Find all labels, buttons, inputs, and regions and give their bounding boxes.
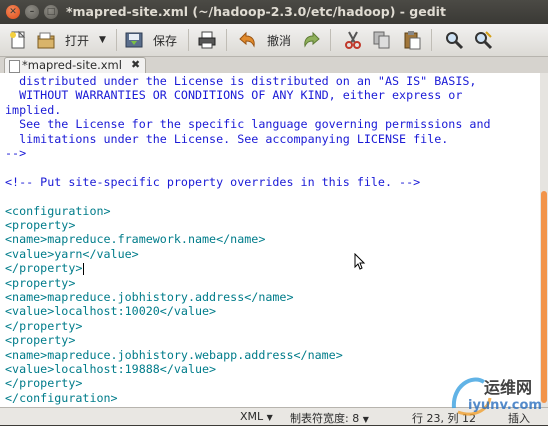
undo-label: 撤消	[267, 33, 292, 48]
toolbar-separator	[226, 29, 227, 51]
toolbar-separator	[431, 29, 432, 51]
code-line: <value>localhost:19888</value>	[5, 362, 217, 376]
maximize-window-button[interactable]: □	[44, 5, 58, 19]
code-line: <property>	[5, 275, 76, 290]
toolbar: 打开 ▼ 保存 撤消	[0, 24, 548, 57]
toolbar-separator	[116, 29, 117, 51]
close-tab-icon[interactable]: ✖	[131, 58, 140, 71]
code-line: implied.	[5, 102, 62, 117]
cut-button[interactable]	[343, 28, 363, 52]
open-icon	[36, 30, 56, 50]
vertical-scrollbar[interactable]	[540, 73, 548, 407]
code-line: -->	[5, 146, 27, 160]
code-line: </property>	[5, 376, 83, 391]
watermark-text-cn: 运维网	[484, 378, 533, 397]
replace-icon	[473, 30, 493, 50]
save-button[interactable]: 保存	[124, 28, 177, 52]
title-bar: ✕ – □ *mapred-site.xml (~/hadoop-2.3.0/e…	[0, 0, 548, 24]
code-line: </configuration>	[5, 390, 118, 405]
mouse-pointer-icon	[354, 252, 366, 275]
code-line: <value>yarn</value>	[5, 246, 139, 261]
find-button[interactable]	[444, 28, 464, 52]
code-line: <property>	[5, 333, 76, 348]
document-icon	[9, 60, 20, 73]
tab-width-label: 制表符宽度: 8	[290, 412, 360, 425]
code-line: <value>localhost:10020</value>	[5, 304, 217, 319]
window-title: *mapred-site.xml (~/hadoop-2.3.0/etc/had…	[66, 4, 446, 19]
language-label: XML	[240, 410, 264, 423]
minimize-window-button[interactable]: –	[25, 5, 39, 19]
text-editor[interactable]: distributed under the License is distrib…	[0, 73, 540, 407]
undo-button[interactable]: 撤消	[237, 28, 291, 52]
code-line: limitations under the License. See accom…	[5, 131, 449, 146]
code-line: <configuration>	[5, 203, 111, 218]
toolbar-separator	[188, 29, 189, 51]
code-line: See the License for the specific languag…	[5, 117, 491, 132]
new-document-button[interactable]	[8, 28, 28, 52]
print-icon	[197, 30, 217, 50]
language-selector[interactable]: XML ▼	[240, 410, 273, 423]
code-line: <name>mapreduce.jobhistory.address</name…	[5, 290, 294, 304]
tab-mapred-site[interactable]: *mapred-site.xml ✖	[4, 57, 146, 74]
copy-button[interactable]	[372, 28, 392, 52]
dropdown-arrow-icon[interactable]: ▼	[99, 35, 106, 45]
code-line-text: </property>	[5, 261, 83, 276]
cut-icon	[343, 30, 363, 50]
close-window-button[interactable]: ✕	[6, 5, 20, 19]
code-line: WITHOUT WARRANTIES OR CONDITIONS OF ANY …	[5, 88, 463, 103]
toolbar-separator	[330, 29, 331, 51]
print-button[interactable]	[197, 28, 217, 52]
code-line-cursor: </property>	[5, 261, 85, 276]
copy-icon	[372, 30, 392, 50]
save-label: 保存	[153, 33, 178, 48]
redo-icon	[302, 30, 322, 50]
code-line: distributed under the License is distrib…	[5, 74, 477, 88]
code-line: <name>mapreduce.jobhistory.webapp.addres…	[5, 347, 343, 362]
code-line: <name>mapreduce.framework.name</name>	[5, 232, 266, 247]
code-line: <property>	[5, 218, 76, 232]
open-label: 打开	[65, 33, 90, 48]
tab-label: *mapred-site.xml	[22, 58, 122, 72]
save-icon	[124, 30, 144, 50]
redo-button[interactable]	[302, 28, 322, 52]
watermark-text-en: iyunv.com	[468, 398, 542, 413]
undo-icon	[237, 30, 257, 50]
find-icon	[444, 30, 464, 50]
new-document-icon	[8, 30, 28, 50]
paste-button[interactable]	[402, 28, 422, 52]
open-button[interactable]: 打开 ▼	[36, 28, 106, 52]
replace-button[interactable]	[473, 28, 493, 52]
document-tab-bar: *mapred-site.xml ✖	[0, 57, 548, 74]
code-line: </property>	[5, 318, 83, 333]
watermark-logo: 运维网 iyunv.com	[444, 368, 548, 420]
code-line: <!-- Put site-specific property override…	[5, 174, 421, 189]
text-cursor	[83, 262, 85, 275]
paste-icon	[402, 30, 422, 50]
